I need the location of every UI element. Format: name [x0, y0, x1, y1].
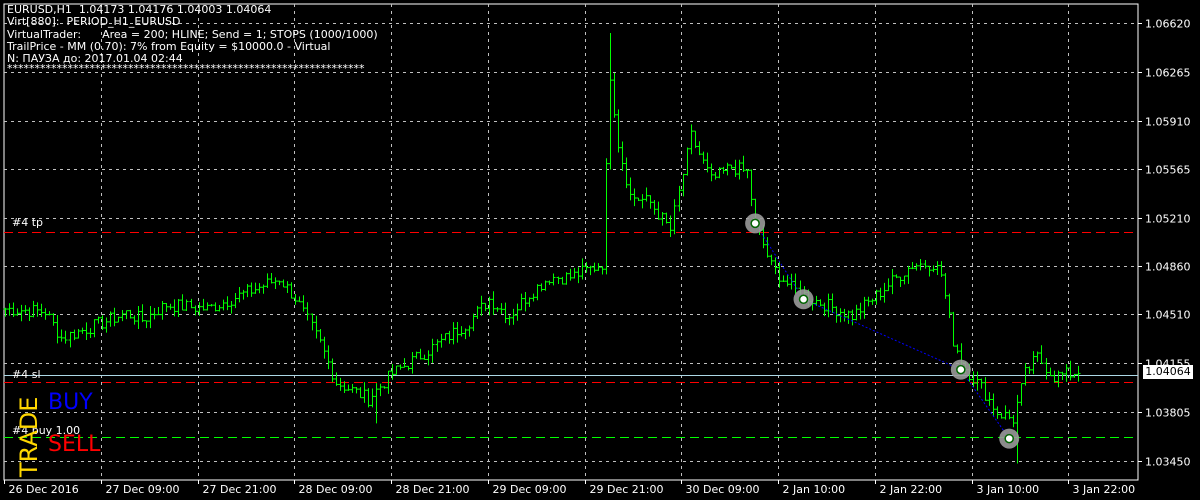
- x-tick-label: 2 Jan 10:00: [783, 483, 846, 496]
- x-tick-label: 27 Dec 09:00: [106, 483, 180, 496]
- trade-label: TRADE: [15, 396, 43, 477]
- y-tick-label: 1.05210: [1145, 213, 1191, 226]
- x-tick-label: 2 Jan 22:00: [880, 483, 943, 496]
- y-tick-label: 1.05910: [1145, 116, 1191, 129]
- y-tick-label: 1.05565: [1145, 164, 1191, 177]
- x-tick-label: 28 Dec 21:00: [396, 483, 470, 496]
- x-tick-label: 27 Dec 21:00: [203, 483, 277, 496]
- tp-level-label: #4 tp: [12, 216, 44, 229]
- trade-marker-core: [1004, 433, 1014, 444]
- y-tick-label: 1.03450: [1145, 456, 1191, 469]
- x-tick-label: 28 Dec 09:00: [299, 483, 373, 496]
- y-tick-label: 1.06620: [1145, 18, 1191, 31]
- sell-button[interactable]: SELL: [48, 432, 100, 457]
- trade-marker-core: [798, 294, 809, 305]
- info-virtual-period: Virt[880]: PERIOD_H1_EURUSD: [7, 15, 181, 28]
- trade-path-line: [754, 223, 804, 300]
- info-virtual-trader: VirtualTrader: Area = 200; HLINE; Send =…: [7, 28, 378, 41]
- y-tick-label: 1.04510: [1145, 309, 1191, 322]
- info-separator: ****************************************…: [7, 62, 365, 75]
- current-price-box: 1.04064: [1143, 365, 1193, 379]
- y-tick-label: 1.03805: [1145, 407, 1191, 420]
- info-trail-price: TrailPrice - MM (0.70): 7% from Equity =…: [7, 40, 331, 53]
- x-tick-label: 26 Dec 2016: [9, 483, 79, 496]
- info-symbol-ohlc: EURUSD,H1 1.04173 1.04176 1.04003 1.0406…: [7, 3, 272, 16]
- y-tick-label: 1.06265: [1145, 67, 1191, 80]
- sl-level-label: #4 sl: [12, 368, 41, 381]
- x-tick-label: 3 Jan 22:00: [1073, 483, 1136, 496]
- plot-frame: [3, 3, 1139, 481]
- y-tick-label: 1.04860: [1145, 261, 1191, 274]
- chart-window: 1.06620 1.06265 1.05910 1.05565 1.05210 1.048…: [0, 0, 1200, 500]
- x-tick-label: 30 Dec 09:00: [686, 483, 760, 496]
- price-chart[interactable]: 1.06620 1.06265 1.05910 1.05565 1.05210 1.048…: [0, 0, 1200, 500]
- x-tick-label: 29 Dec 09:00: [493, 483, 567, 496]
- trade-marker-core: [956, 364, 966, 375]
- trade-marker-core: [750, 218, 760, 229]
- buy-button[interactable]: BUY: [48, 390, 93, 415]
- x-tick-label: 3 Jan 10:00: [977, 483, 1040, 496]
- trade-path-line: [803, 298, 962, 371]
- x-tick-label: 29 Dec 21:00: [590, 483, 664, 496]
